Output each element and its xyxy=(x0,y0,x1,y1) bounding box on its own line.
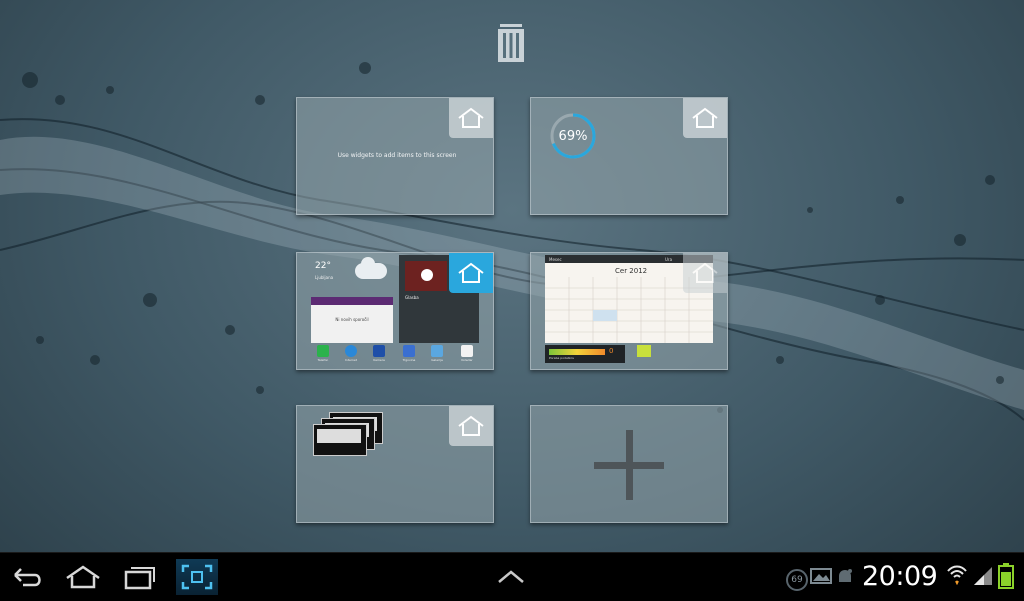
calendar-month-title: Cer 2012 xyxy=(615,267,648,275)
weather-place: Ljubljana xyxy=(315,275,334,280)
chevron-up-icon xyxy=(498,570,524,583)
wifi-icon xyxy=(947,565,967,585)
recent-thumb-content xyxy=(317,429,361,443)
weather-temp: 22° xyxy=(315,261,331,271)
back-button[interactable] xyxy=(6,559,48,595)
dock-label: Galerija xyxy=(431,358,443,362)
app-tray-button[interactable] xyxy=(490,559,532,595)
email-widget-thumb: Ni novih sporočil xyxy=(311,297,393,343)
data-usage-widget-thumb: 0 Poraba podatkov xyxy=(545,345,625,363)
dock-label: Telefon xyxy=(317,358,329,362)
battery-icon xyxy=(998,563,1014,589)
set-default-home-button[interactable] xyxy=(449,406,493,446)
gallery-icon xyxy=(431,345,443,357)
home-icon xyxy=(692,262,718,283)
calendar-icon xyxy=(461,345,473,357)
memo-icon xyxy=(637,345,651,357)
screenshot-capture-icon xyxy=(181,564,213,590)
home-screen-panel-5[interactable] xyxy=(296,405,494,523)
signal-strength-icon xyxy=(974,567,992,585)
app-dock-thumb: Telefon Internet Kamera Trgovina Galerij… xyxy=(311,345,481,363)
android-notification-icon[interactable] xyxy=(836,567,854,585)
home-icon xyxy=(458,262,484,283)
plus-icon-vertical xyxy=(626,430,633,500)
internet-icon xyxy=(345,345,357,357)
trash-icon[interactable] xyxy=(494,22,528,62)
calendar-view-label: Mesec xyxy=(549,257,562,262)
dock-label: Trgovina xyxy=(402,358,416,362)
home-icon xyxy=(66,565,100,589)
home-screen-panel-3[interactable]: 22° Ljubljana Glasba Ni novih sporočil T… xyxy=(296,252,494,370)
gallery-notification-icon[interactable] xyxy=(810,567,832,585)
screenshot-button[interactable] xyxy=(176,559,218,595)
store-icon xyxy=(403,345,415,357)
email-header xyxy=(311,297,393,305)
cloud-icon xyxy=(355,257,387,279)
home-screen-panel-4[interactable]: Mesec Ura Cer 2012 0 Poraba podatkov xyxy=(530,252,728,370)
home-screen-panel-2[interactable]: 69% xyxy=(530,97,728,215)
back-icon xyxy=(14,568,41,587)
dock-label: Kamera xyxy=(373,358,385,362)
home-icon xyxy=(458,107,484,128)
home-icon xyxy=(692,107,718,128)
default-home-indicator[interactable] xyxy=(449,253,493,293)
music-title: Glasba xyxy=(405,295,419,300)
notification-count-badge[interactable]: 69 xyxy=(786,569,808,591)
weather-widget-thumb: 22° Ljubljana xyxy=(309,255,393,295)
add-page-button[interactable] xyxy=(530,405,728,523)
home-icon xyxy=(458,415,484,436)
recent-apps-button[interactable] xyxy=(118,559,160,595)
data-usage-bar xyxy=(549,349,605,355)
status-clock[interactable]: 20:09 xyxy=(862,561,938,592)
dock-label: Koledar xyxy=(461,358,473,362)
data-usage-value: 0 xyxy=(609,347,614,355)
battery-percent: 69% xyxy=(558,128,588,144)
set-default-home-button[interactable] xyxy=(683,98,727,138)
set-default-home-button[interactable] xyxy=(683,253,727,293)
wallpaper-splash xyxy=(0,62,1024,421)
recent-apps-icon xyxy=(124,567,155,590)
data-usage-label: Poraba podatkov xyxy=(549,356,575,360)
home-button[interactable] xyxy=(62,559,104,595)
system-navigation-bar: 69 20:09 xyxy=(0,552,1024,601)
empty-screen-hint: Use widgets to add items to this screen xyxy=(337,152,457,159)
home-screen-panel-1[interactable]: Use widgets to add items to this screen xyxy=(296,97,494,215)
phone-icon xyxy=(317,345,329,357)
recent-thumb xyxy=(313,424,367,456)
dock-label: Internet xyxy=(345,358,357,362)
calendar-right-label: Ura xyxy=(665,257,673,262)
album-art xyxy=(405,261,447,291)
set-default-home-button[interactable] xyxy=(449,98,493,138)
email-body: Ni novih sporočil xyxy=(335,317,369,322)
camera-icon xyxy=(373,345,385,357)
